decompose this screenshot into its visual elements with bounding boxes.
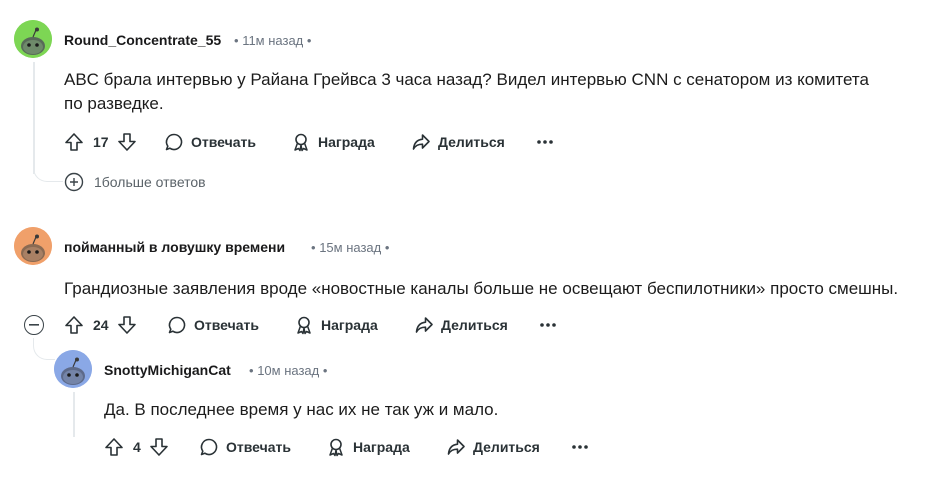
thread-line bbox=[73, 392, 75, 437]
upvote-icon[interactable] bbox=[64, 132, 84, 152]
separator: • bbox=[249, 363, 254, 378]
reply-button[interactable]: Отвечать bbox=[199, 432, 291, 462]
award-label: Награда bbox=[318, 134, 375, 150]
award-icon bbox=[294, 133, 308, 152]
more-options-icon[interactable] bbox=[533, 310, 563, 340]
reply-label: Отвечать bbox=[194, 317, 259, 333]
share-button[interactable]: Делиться bbox=[411, 127, 505, 157]
share-label: Делиться bbox=[473, 439, 540, 455]
upvote-icon[interactable] bbox=[64, 315, 84, 335]
more-replies-label: 1больше ответов bbox=[94, 174, 206, 190]
award-icon bbox=[329, 438, 343, 457]
downvote-icon[interactable] bbox=[117, 132, 137, 152]
vote-count: 24 bbox=[93, 317, 109, 333]
downvote-icon[interactable] bbox=[117, 315, 137, 335]
collapse-thread-button[interactable] bbox=[24, 315, 44, 335]
separator: • bbox=[306, 33, 312, 48]
more-replies-button[interactable]: 1больше ответов bbox=[64, 172, 206, 192]
comment-meta: • 15м назад • bbox=[311, 240, 389, 255]
reply-label: Отвечать bbox=[226, 439, 291, 455]
reply-button[interactable]: Отвечать bbox=[164, 127, 256, 157]
share-button[interactable]: Делиться bbox=[446, 432, 540, 462]
separator: • bbox=[322, 363, 328, 378]
snoo-avatar-icon bbox=[14, 227, 52, 265]
reply-label: Отвечать bbox=[191, 134, 256, 150]
plus-circle-icon bbox=[64, 172, 84, 192]
share-icon bbox=[412, 134, 430, 150]
username[interactable]: SnottyMichiganCat bbox=[104, 362, 231, 378]
share-button[interactable]: Делиться bbox=[414, 310, 508, 340]
timestamp[interactable]: 10м назад bbox=[257, 363, 319, 378]
share-label: Делиться bbox=[441, 317, 508, 333]
comment-meta: • 11м назад • bbox=[234, 33, 311, 48]
thread-branch bbox=[33, 158, 63, 182]
award-button[interactable]: Награда bbox=[326, 432, 410, 462]
snoo-avatar-icon bbox=[14, 20, 52, 58]
avatar[interactable] bbox=[14, 227, 52, 265]
comment-bubble-icon bbox=[200, 438, 218, 456]
thread-branch bbox=[33, 338, 55, 360]
avatar[interactable] bbox=[14, 20, 52, 58]
award-label: Награда bbox=[321, 317, 378, 333]
share-icon bbox=[447, 439, 465, 455]
more-options-icon[interactable] bbox=[565, 432, 595, 462]
separator: • bbox=[234, 33, 239, 48]
timestamp[interactable]: 11м назад bbox=[242, 33, 303, 48]
comment-bubble-icon bbox=[168, 316, 186, 334]
separator: • bbox=[311, 240, 316, 255]
username[interactable]: Round_Concentrate_55 bbox=[64, 32, 221, 48]
vote-controls: 24 bbox=[64, 310, 137, 340]
award-button[interactable]: Награда bbox=[291, 127, 375, 157]
share-icon bbox=[415, 317, 433, 333]
award-button[interactable]: Награда bbox=[294, 310, 378, 340]
separator: • bbox=[384, 240, 390, 255]
vote-controls: 17 bbox=[64, 127, 137, 157]
award-label: Награда bbox=[353, 439, 410, 455]
avatar[interactable] bbox=[54, 350, 92, 388]
share-label: Делиться bbox=[438, 134, 505, 150]
username[interactable]: пойманный в ловушку времени bbox=[64, 239, 285, 255]
comment-text: Грандиозные заявления вроде «новостные к… bbox=[64, 279, 899, 298]
snoo-avatar-icon bbox=[54, 350, 92, 388]
comment-bubble-icon bbox=[165, 133, 183, 151]
vote-count: 17 bbox=[93, 134, 109, 150]
reply-button[interactable]: Отвечать bbox=[167, 310, 259, 340]
vote-controls: 4 bbox=[104, 432, 169, 462]
comment-text: ABC брала интервью у Райана Грейвса 3 ча… bbox=[64, 70, 869, 113]
vote-count: 4 bbox=[133, 439, 141, 455]
comment-text: Да. В последнее время у нас их не так уж… bbox=[104, 400, 499, 419]
more-options-icon[interactable] bbox=[530, 127, 560, 157]
comment-meta: • 10м назад • bbox=[249, 363, 327, 378]
upvote-icon[interactable] bbox=[104, 437, 124, 457]
minus-icon bbox=[29, 324, 39, 326]
award-icon bbox=[297, 316, 311, 335]
downvote-icon[interactable] bbox=[149, 437, 169, 457]
timestamp[interactable]: 15м назад bbox=[319, 240, 381, 255]
